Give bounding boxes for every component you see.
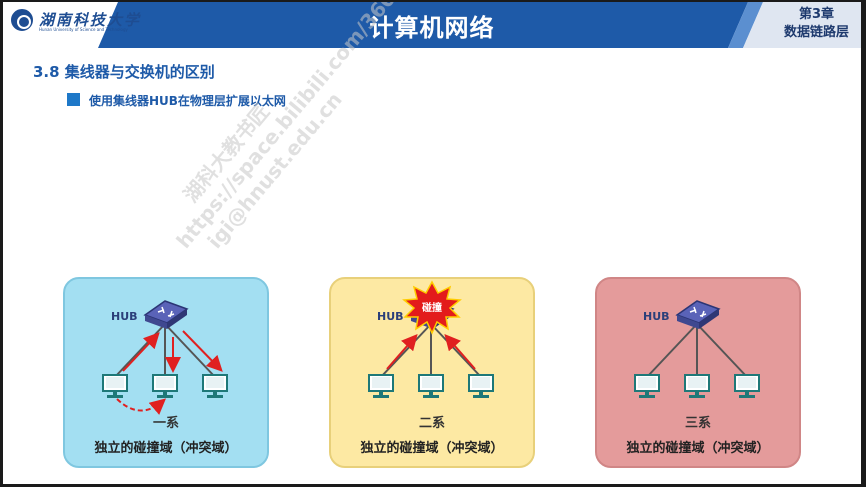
computer-icon [684,374,710,398]
course-title: 计算机网络 [369,14,495,42]
hub-icon [143,300,189,329]
chapter-name: 数据链路层 [783,25,849,40]
department-panel-3: HUB 三系 独立的碰撞域（冲突域） [595,277,801,468]
hub-icon [675,300,721,329]
hub-label: HUB [377,310,404,323]
section-title: 3.8 集线器与交换机的区别 [33,63,215,81]
signal-arrow [122,332,160,372]
collision-domain-label: 独立的碰撞域（冲突域） [94,441,238,456]
header-bar: 湖南科技大学 Hunan University of Science and T… [3,2,861,48]
link-line [646,323,698,378]
collision-domain-label: 独立的碰撞域（冲突域） [626,441,770,456]
department-label: 二系 [418,416,445,431]
collision-domain-label: 独立的碰撞域（冲突域） [360,441,504,456]
computer-icon [202,374,228,398]
computer-icon [418,374,444,398]
computer-icon [468,374,494,398]
signal-arrow [444,333,476,370]
slide: 湖南科技大学 Hunan University of Science and T… [3,2,861,484]
department-panel-2: HUB 碰撞 二系 独立的碰撞域（冲突域） [329,277,535,468]
department-label: 三系 [684,416,711,431]
computer-icon [634,374,660,398]
bullet-square-icon [67,93,80,106]
link-line [380,323,432,378]
link-line [696,323,748,378]
hub-label: HUB [111,310,138,323]
collision-text: 碰撞 [422,303,442,314]
chapter-number: 第3章 [798,7,835,22]
hub-label: HUB [643,310,670,323]
computer-icon [368,374,394,398]
dashed-arrow [116,398,167,415]
computer-icon [734,374,760,398]
computer-icon [102,374,128,398]
signal-arrow [386,333,418,370]
link-line [430,323,482,378]
computer-icon [152,374,178,398]
chapter-label: 第3章 数据链路层 [784,6,849,42]
link-line [114,323,166,378]
department-panel-1: HUB 一系 独立的碰撞域（冲突域） [63,277,269,468]
department-label: 一系 [152,416,179,431]
